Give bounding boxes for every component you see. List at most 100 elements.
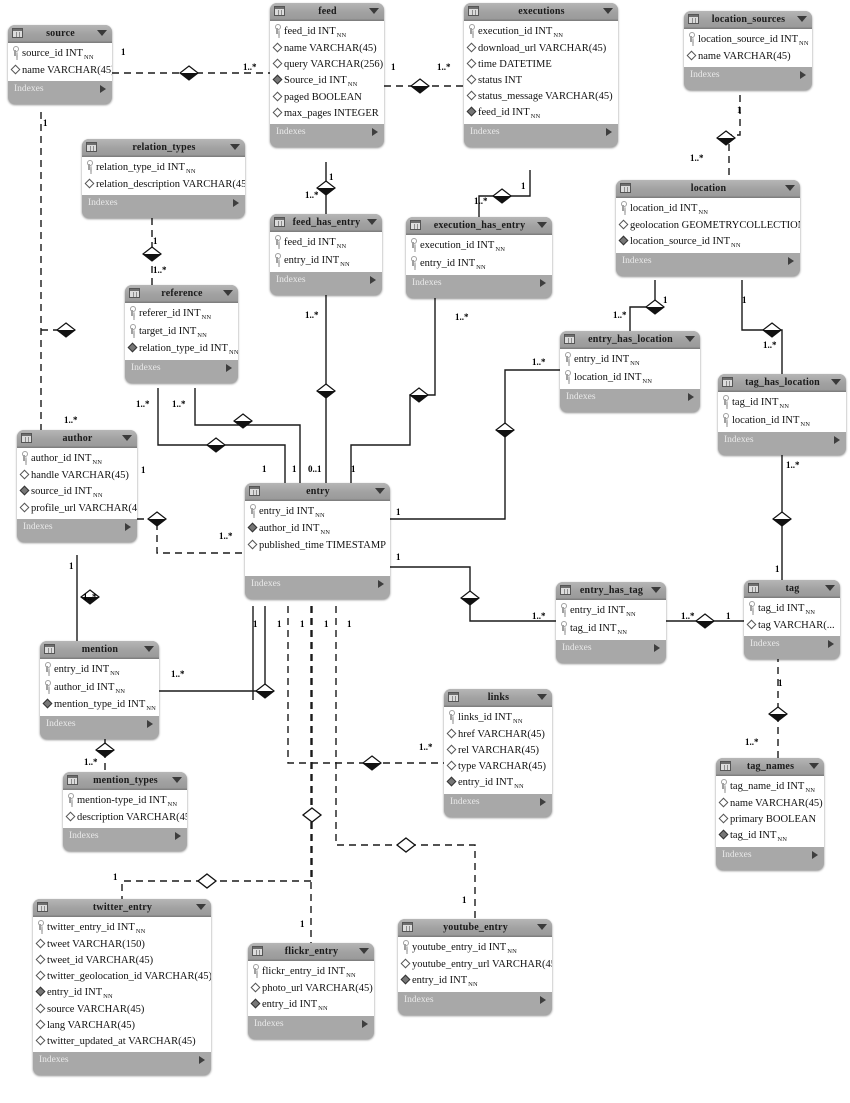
- table-column[interactable]: entry_id INT NN: [33, 985, 211, 1002]
- table-twitter_entry[interactable]: twitter_entry twitter_entry_id INT NN tweet…: [33, 899, 211, 1075]
- expand-arrow-right-icon[interactable]: [828, 640, 834, 648]
- indexes-section-author[interactable]: Indexes: [17, 519, 137, 535]
- expand-arrow-right-icon[interactable]: [606, 128, 612, 136]
- table-column[interactable]: paged BOOLEAN: [270, 90, 384, 106]
- table-column[interactable]: name VARCHAR(45): [270, 41, 384, 57]
- indexes-section-mention[interactable]: Indexes: [40, 716, 159, 732]
- collapse-chevron-down-icon[interactable]: [809, 763, 819, 769]
- table-relation_types[interactable]: relation_types relation_type_id INT NN rela…: [82, 139, 245, 218]
- table-header-entry_has_tag[interactable]: entry_has_tag: [556, 582, 666, 599]
- table-column[interactable]: location_id INT NN: [718, 412, 846, 430]
- indexes-section-tag[interactable]: Indexes: [744, 636, 840, 652]
- indexes-section-reference[interactable]: Indexes: [125, 360, 238, 376]
- table-column[interactable]: tag_id INT NN: [556, 620, 666, 638]
- table-column[interactable]: lang VARCHAR(45): [33, 1018, 211, 1034]
- expand-arrow-right-icon[interactable]: [199, 1056, 205, 1064]
- table-column[interactable]: tag_id INT NN: [718, 394, 846, 412]
- table-header-mention[interactable]: mention: [40, 641, 159, 658]
- table-column[interactable]: name VARCHAR(45): [8, 63, 112, 79]
- indexes-section-links[interactable]: Indexes: [444, 794, 552, 810]
- table-column[interactable]: primary BOOLEAN: [716, 812, 824, 828]
- indexes-section-tag_has_location[interactable]: Indexes: [718, 432, 846, 448]
- table-column[interactable]: youtube_entry_id INT NN: [398, 939, 552, 957]
- table-entry_has_location[interactable]: entry_has_location entry_id INT NN location…: [560, 331, 700, 412]
- table-column[interactable]: download_url VARCHAR(45): [464, 41, 618, 57]
- expand-arrow-right-icon[interactable]: [378, 580, 384, 588]
- table-column[interactable]: location_source_id INT NN: [616, 234, 800, 251]
- table-mention[interactable]: mention entry_id INT NN author_id INT NN ment…: [40, 641, 159, 739]
- table-header-youtube_entry[interactable]: youtube_entry: [398, 919, 552, 936]
- table-column[interactable]: feed_id INT NN: [464, 105, 618, 122]
- expand-arrow-right-icon[interactable]: [800, 71, 806, 79]
- expand-arrow-right-icon[interactable]: [226, 364, 232, 372]
- table-column[interactable]: youtube_entry_url VARCHAR(45): [398, 957, 552, 973]
- collapse-chevron-down-icon[interactable]: [785, 185, 795, 191]
- table-column[interactable]: geolocation GEOMETRYCOLLECTION: [616, 218, 800, 234]
- table-column[interactable]: tag_name_id INT NN: [716, 778, 824, 796]
- collapse-chevron-down-icon[interactable]: [685, 336, 695, 342]
- collapse-chevron-down-icon[interactable]: [172, 777, 182, 783]
- indexes-section-executions[interactable]: Indexes: [464, 124, 618, 140]
- table-header-feed_has_entry[interactable]: feed_has_entry: [270, 214, 382, 231]
- indexes-section-source[interactable]: Indexes: [8, 81, 112, 97]
- table-column[interactable]: entry_id INT NN: [398, 973, 552, 990]
- indexes-section-feed_has_entry[interactable]: Indexes: [270, 272, 382, 288]
- collapse-chevron-down-icon[interactable]: [603, 8, 613, 14]
- indexes-section-tag_names[interactable]: Indexes: [716, 847, 824, 863]
- indexes-section-entry[interactable]: Indexes: [245, 576, 390, 592]
- table-column[interactable]: entry_id INT NN: [40, 661, 159, 679]
- expand-arrow-right-icon[interactable]: [540, 996, 546, 1004]
- table-column[interactable]: query VARCHAR(256): [270, 57, 384, 73]
- table-header-twitter_entry[interactable]: twitter_entry: [33, 899, 211, 916]
- table-column[interactable]: feed_id INT NN: [270, 23, 384, 41]
- table-column[interactable]: max_pages INTEGER: [270, 106, 384, 122]
- indexes-section-location[interactable]: Indexes: [616, 253, 800, 269]
- table-column[interactable]: author_id INT NN: [245, 521, 390, 538]
- expand-arrow-right-icon[interactable]: [372, 128, 378, 136]
- table-column[interactable]: tag_id INT NN: [744, 600, 840, 618]
- indexes-section-feed[interactable]: Indexes: [270, 124, 384, 140]
- expand-arrow-right-icon[interactable]: [812, 851, 818, 859]
- table-column[interactable]: relation_description VARCHAR(45): [82, 177, 245, 193]
- table-header-tag_names[interactable]: tag_names: [716, 758, 824, 775]
- collapse-chevron-down-icon[interactable]: [831, 379, 841, 385]
- table-column[interactable]: published_time TIMESTAMP: [245, 538, 390, 554]
- table-column[interactable]: href VARCHAR(45): [444, 727, 552, 743]
- table-header-author[interactable]: author: [17, 430, 137, 447]
- table-column[interactable]: entry_id INT NN: [248, 997, 374, 1014]
- indexes-section-execution_has_entry[interactable]: Indexes: [406, 275, 552, 291]
- table-column[interactable]: tweet_id VARCHAR(45): [33, 953, 211, 969]
- table-header-location[interactable]: location: [616, 180, 800, 197]
- expand-arrow-right-icon[interactable]: [688, 393, 694, 401]
- indexes-section-youtube_entry[interactable]: Indexes: [398, 992, 552, 1008]
- table-column[interactable]: twitter_geolocation_id VARCHAR(45): [33, 969, 211, 985]
- expand-arrow-right-icon[interactable]: [100, 85, 106, 93]
- table-reference[interactable]: reference referer_id INT NN target_id INT NN…: [125, 285, 238, 383]
- collapse-chevron-down-icon[interactable]: [97, 30, 107, 36]
- table-column[interactable]: time DATETIME: [464, 57, 618, 73]
- table-mention_types[interactable]: mention_types mention-type_id INT NN descri…: [63, 772, 187, 851]
- collapse-chevron-down-icon[interactable]: [537, 694, 547, 700]
- table-column[interactable]: twitter_updated_at VARCHAR(45): [33, 1034, 211, 1050]
- table-header-feed[interactable]: feed: [270, 3, 384, 20]
- expand-arrow-right-icon[interactable]: [125, 523, 131, 531]
- table-tag_names[interactable]: tag_names tag_name_id INT NN name VARCHAR(4…: [716, 758, 824, 870]
- collapse-chevron-down-icon[interactable]: [369, 8, 379, 14]
- indexes-section-entry_has_location[interactable]: Indexes: [560, 389, 700, 405]
- table-column[interactable]: author_id INT NN: [17, 450, 137, 468]
- collapse-chevron-down-icon[interactable]: [122, 435, 132, 441]
- table-column[interactable]: execution_id INT NN: [464, 23, 618, 41]
- table-header-executions[interactable]: executions: [464, 3, 618, 20]
- table-column[interactable]: description VARCHAR(45): [63, 810, 187, 826]
- collapse-chevron-down-icon[interactable]: [223, 290, 233, 296]
- table-column[interactable]: rel VARCHAR(45): [444, 743, 552, 759]
- expand-arrow-right-icon[interactable]: [654, 644, 660, 652]
- table-entry[interactable]: entry entry_id INT NN author_id INT NN publis…: [245, 483, 390, 599]
- indexes-section-mention_types[interactable]: Indexes: [63, 828, 187, 844]
- table-author[interactable]: author author_id INT NN handle VARCHAR(45) s…: [17, 430, 137, 542]
- table-column[interactable]: twitter_entry_id INT NN: [33, 919, 211, 937]
- table-column[interactable]: source VARCHAR(45): [33, 1002, 211, 1018]
- collapse-chevron-down-icon[interactable]: [196, 904, 206, 910]
- table-column[interactable]: location_id INT NN: [616, 200, 800, 218]
- table-header-location_sources[interactable]: location_sources: [684, 11, 812, 28]
